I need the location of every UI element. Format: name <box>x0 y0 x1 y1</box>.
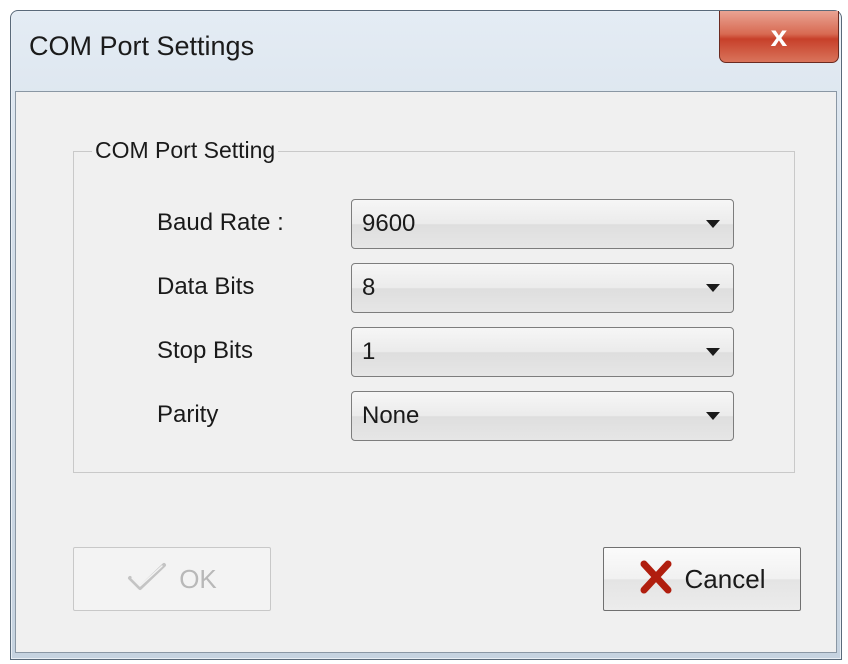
parity-select[interactable]: None <box>351 391 734 441</box>
ok-label: OK <box>179 563 217 594</box>
close-button[interactable]: x <box>719 11 839 63</box>
chevron-down-icon <box>706 220 720 228</box>
cancel-button[interactable]: Cancel <box>603 547 801 611</box>
baud-rate-select[interactable]: 9600 <box>351 199 734 249</box>
ok-button[interactable]: OK <box>73 547 271 611</box>
data-bits-select[interactable]: 8 <box>351 263 734 313</box>
stop-bits-label: Stop Bits <box>157 337 254 364</box>
com-port-setting-group: COM Port Setting Baud Rate : 9600 Data B… <box>73 137 795 473</box>
red-x-icon <box>639 560 673 599</box>
baud-rate-label: Baud Rate : <box>157 209 284 236</box>
parity-label: Parity <box>157 401 219 428</box>
close-icon: x <box>770 19 788 53</box>
window-title: COM Port Settings <box>29 31 255 61</box>
dialog-window: COM Port Settings x COM Port Setting Bau… <box>10 10 842 660</box>
baud-rate-value: 9600 <box>362 210 416 237</box>
dialog-body: COM Port Setting Baud Rate : 9600 Data B… <box>15 91 837 653</box>
chevron-down-icon <box>706 348 720 356</box>
checkmark-icon <box>127 561 167 598</box>
group-label: COM Port Setting <box>92 137 279 164</box>
data-bits-label: Data Bits <box>157 273 255 300</box>
data-bits-value: 8 <box>362 274 376 301</box>
cancel-label: Cancel <box>684 563 766 594</box>
stop-bits-value: 1 <box>362 338 376 365</box>
chevron-down-icon <box>706 284 720 292</box>
stop-bits-select[interactable]: 1 <box>351 327 734 377</box>
parity-value: None <box>362 402 420 429</box>
chevron-down-icon <box>706 412 720 420</box>
title-bar[interactable]: COM Port Settings x <box>11 11 841 91</box>
